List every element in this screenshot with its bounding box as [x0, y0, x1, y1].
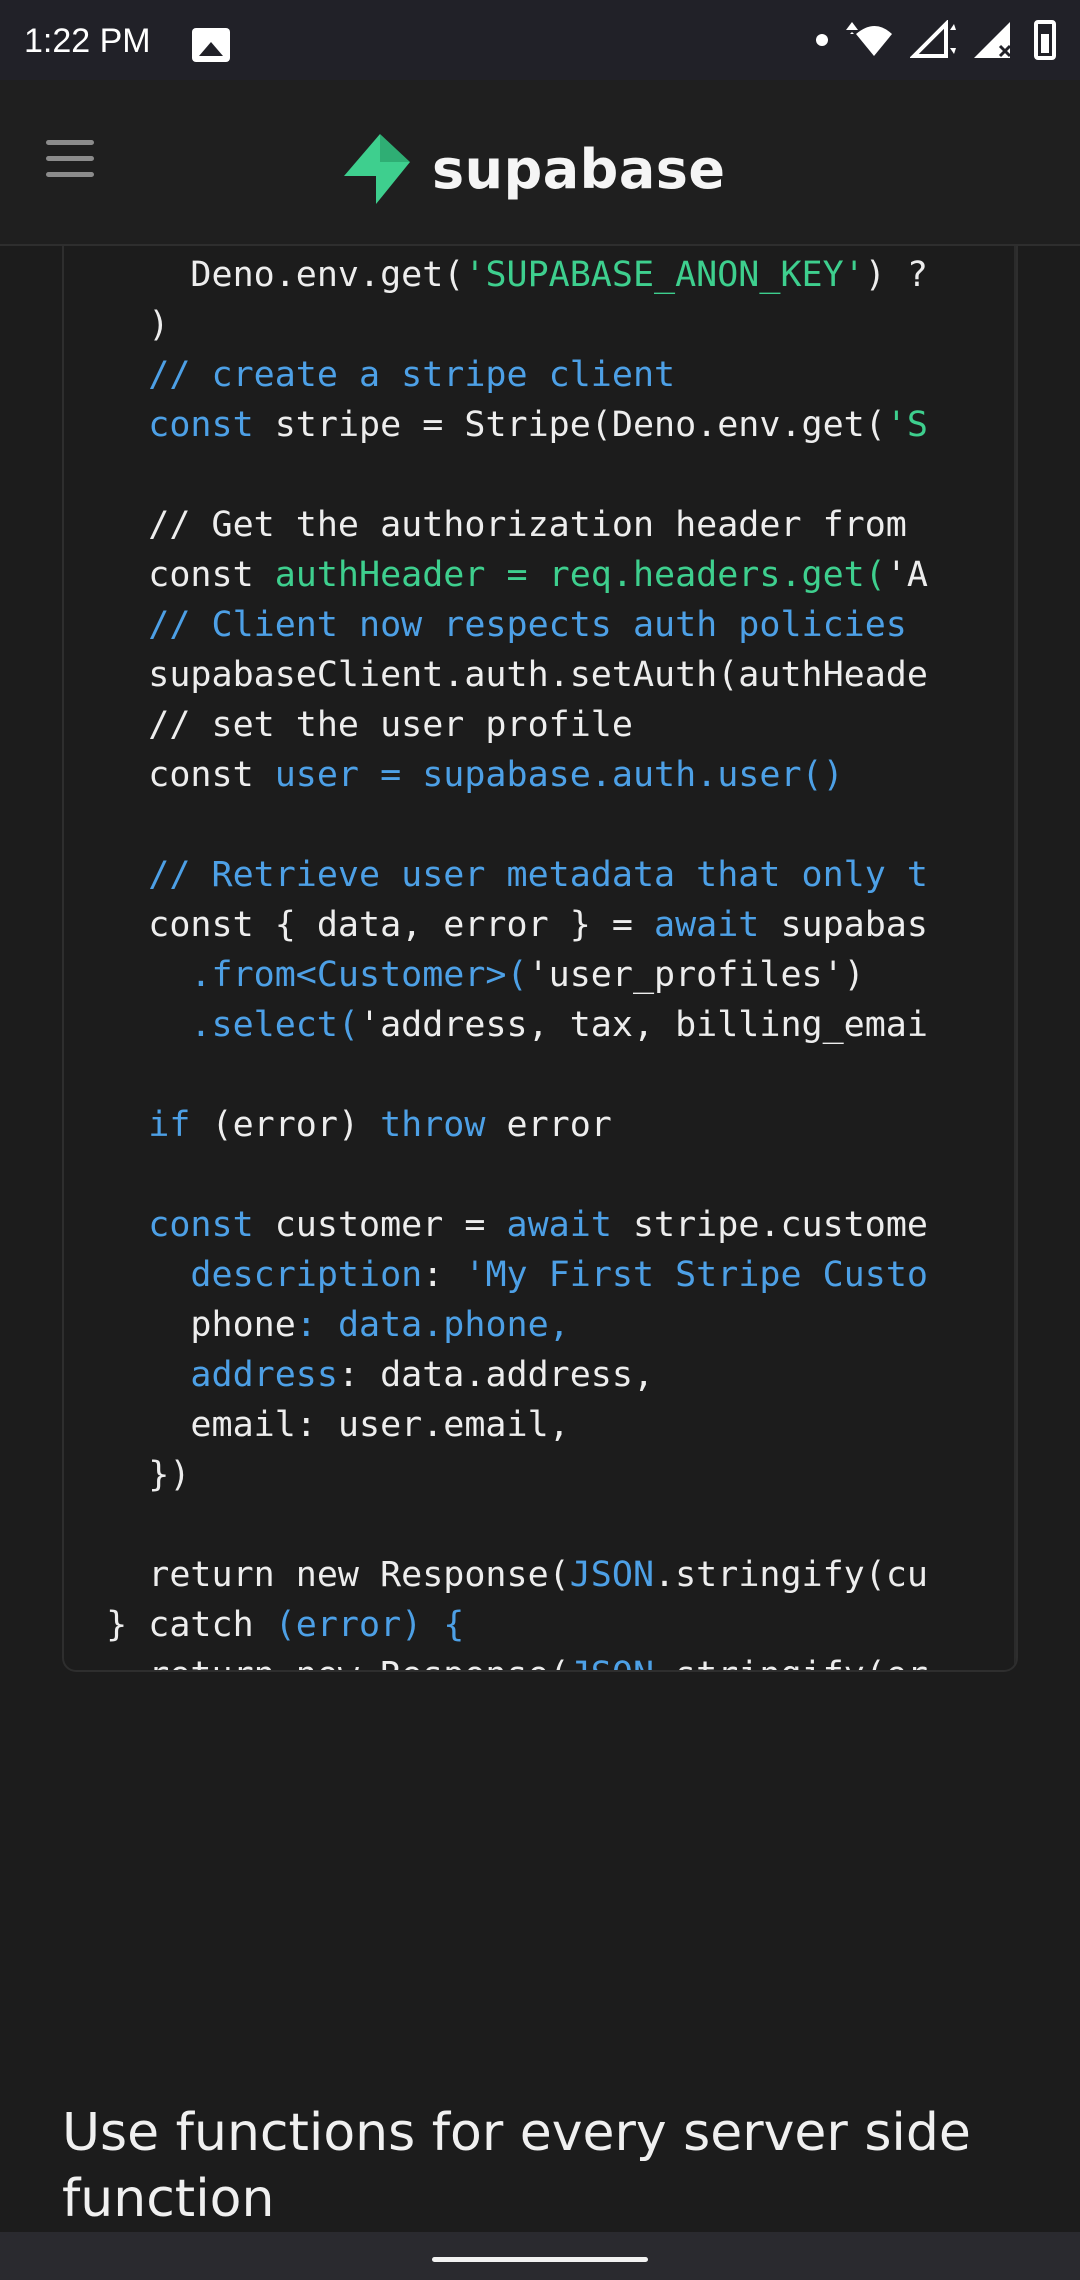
code-line: // set the user profile	[64, 700, 1014, 750]
code-line: const stripe = Stripe(Deno.env.get('S	[64, 400, 1014, 450]
code-token: const	[64, 405, 254, 445]
code-token: })	[64, 1455, 191, 1495]
site-header: supabase	[0, 80, 1080, 246]
code-line: Deno.env.get('SUPABASE_ANON_KEY') ?	[64, 250, 1014, 300]
code-line: supabaseClient.auth.setAuth(authHeade	[64, 650, 1014, 700]
code-line: .from<Customer>('user_profiles')	[64, 950, 1014, 1000]
home-indicator[interactable]	[432, 2257, 648, 2262]
code-token: .select(	[64, 1005, 360, 1045]
code-token: user = supabase.auth.user()	[274, 755, 844, 795]
code-token: ) ?	[864, 255, 928, 295]
code-line: .select('address, tax, billing_emai	[64, 1000, 1014, 1050]
code-token: Deno.env.get(	[64, 255, 465, 295]
code-scroll-edge	[1014, 246, 1016, 1670]
code-line: return new Response(JSON.stringify(er	[64, 1650, 1014, 1670]
supabase-bolt-icon	[344, 134, 410, 204]
code-line: email: user.email,	[64, 1400, 1014, 1450]
code-line: description: 'My First Stripe Custo	[64, 1250, 1014, 1300]
code-line: if (error) throw error	[64, 1100, 1014, 1150]
code-line: // Client now respects auth policies	[64, 600, 1014, 650]
code-token: // Retrieve user metadata that only t	[64, 855, 928, 895]
code-token: : data.phone,	[295, 1305, 570, 1345]
code-token: // Client now respects auth policies	[64, 605, 907, 645]
code-content: Deno.env.get('SUPABASE_ANON_KEY') ? ) //…	[64, 250, 1014, 1670]
gallery-icon	[192, 28, 230, 62]
code-token: // Get the authorization header from	[64, 505, 907, 545]
code-token: 'SUPABASE_ANON_KEY'	[464, 255, 865, 295]
code-token: await	[506, 1205, 612, 1245]
section-heading: Use functions for every server side func…	[62, 2103, 971, 2229]
status-icons	[816, 20, 1056, 60]
code-token: JSON	[570, 1655, 654, 1670]
code-line: // create a stripe client	[64, 350, 1014, 400]
code-token: // create a stripe client	[64, 355, 676, 395]
signal-icon	[910, 20, 956, 58]
code-token: supabaseClient.auth.setAuth(authHeade	[64, 655, 928, 695]
code-token: email: user.email,	[64, 1405, 570, 1445]
code-token: 'A	[885, 555, 928, 595]
signal-x-icon	[974, 22, 1012, 58]
code-token: 'address, tax, billing_emai	[359, 1005, 928, 1045]
code-block[interactable]: Deno.env.get('SUPABASE_ANON_KEY') ? ) //…	[62, 246, 1018, 1672]
code-token: authHeader = req.headers.get(	[274, 555, 886, 595]
code-token: supabas	[759, 905, 928, 945]
code-line: const customer = await stripe.custome	[64, 1200, 1014, 1250]
code-token: .stringify(er	[654, 1655, 928, 1670]
code-token: phone	[64, 1305, 296, 1345]
code-token: const { data, error } =	[64, 905, 655, 945]
code-token: customer =	[253, 1205, 507, 1245]
code-token: return new Response(	[64, 1655, 569, 1670]
code-token: await	[654, 905, 760, 945]
code-line: address: data.address,	[64, 1350, 1014, 1400]
code-token: :	[422, 1255, 465, 1295]
code-line: // Retrieve user metadata that only t	[64, 850, 1014, 900]
code-token: address	[64, 1355, 338, 1395]
code-token: )	[64, 305, 170, 345]
code-token: (error)	[190, 1105, 381, 1145]
code-token: (error) {	[274, 1605, 465, 1645]
hamburger-icon[interactable]	[46, 140, 94, 180]
code-token: 'My First Stripe Custo	[464, 1255, 928, 1295]
code-token: return new Response(	[64, 1555, 570, 1595]
code-token: const	[64, 1205, 254, 1245]
code-token: stripe = Stripe(Deno.env.get(	[253, 405, 886, 445]
logo-text: supabase	[432, 137, 726, 201]
dot-icon	[816, 34, 828, 46]
code-token: // set the user profile	[64, 705, 633, 745]
code-line: const { data, error } = await supabas	[64, 900, 1014, 950]
code-line: })	[64, 1450, 1014, 1500]
status-bar: 1:22 PM	[0, 0, 1080, 80]
code-line: return new Response(JSON.stringify(cu	[64, 1550, 1014, 1600]
code-token: if	[64, 1105, 191, 1145]
code-token: 'user_profiles')	[527, 955, 865, 995]
code-token: : data.address,	[337, 1355, 655, 1395]
code-token: throw	[380, 1105, 486, 1145]
code-token: .stringify(cu	[654, 1555, 928, 1595]
code-token: JSON	[569, 1555, 655, 1595]
code-line: )	[64, 300, 1014, 350]
code-token: const	[64, 755, 275, 795]
code-line: // Get the authorization header from	[64, 500, 1014, 550]
code-token: description	[64, 1255, 423, 1295]
code-line: const authHeader = req.headers.get('A	[64, 550, 1014, 600]
code-token: const	[64, 555, 275, 595]
battery-icon	[1034, 20, 1056, 60]
code-token: error	[485, 1105, 612, 1145]
code-token: } catch	[64, 1605, 275, 1645]
supabase-logo[interactable]: supabase	[340, 132, 726, 206]
code-line: phone: data.phone,	[64, 1300, 1014, 1350]
code-line: } catch (error) {	[64, 1600, 1014, 1650]
code-token: 'S	[885, 405, 928, 445]
code-line: const user = supabase.auth.user()	[64, 750, 1014, 800]
navigation-bar	[0, 2232, 1080, 2280]
code-token: .from<Customer>(	[64, 955, 528, 995]
wifi-icon	[846, 22, 892, 56]
status-time: 1:22 PM	[24, 22, 151, 60]
code-token: stripe.custome	[611, 1205, 928, 1245]
